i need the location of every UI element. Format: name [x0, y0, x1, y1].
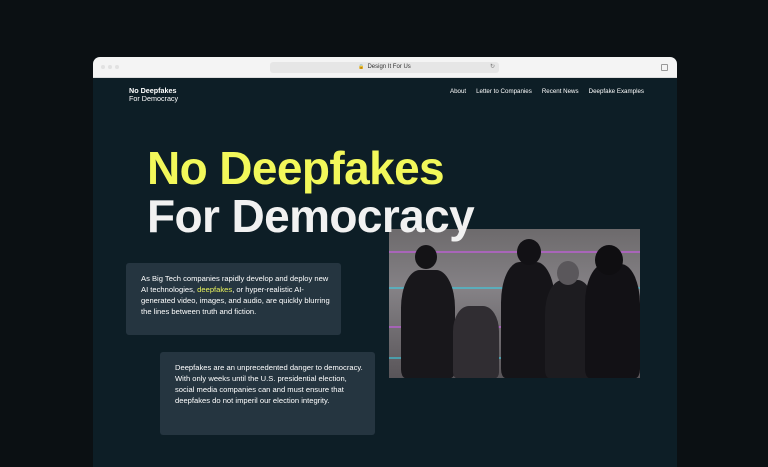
address-text: Design It For Us: [367, 64, 411, 70]
tabs-overview-icon[interactable]: [661, 64, 668, 71]
reload-icon[interactable]: ↻: [490, 62, 495, 73]
nav-link-about[interactable]: About: [450, 88, 466, 95]
browser-toolbar: 🔒 Design It For Us ↻: [93, 57, 677, 78]
deepfakes-highlight: deepfakes: [197, 285, 233, 294]
intro-card: As Big Tech companies rapidly develop an…: [126, 263, 341, 335]
danger-text: Deepfakes are an unprecedented danger to…: [175, 363, 363, 405]
nav-link-news[interactable]: Recent News: [542, 88, 579, 95]
hero-image: [389, 229, 640, 378]
logo-line-2: For Democracy: [129, 93, 179, 103]
lock-icon: 🔒: [358, 64, 365, 70]
main-nav: About Letter to Companies Recent News De…: [450, 88, 644, 95]
site-logo[interactable]: No Deepfakes For Democracy: [129, 87, 178, 102]
browser-window: 🔒 Design It For Us ↻ No Deepfakes For Dem…: [93, 57, 677, 467]
nav-link-letter[interactable]: Letter to Companies: [476, 88, 532, 95]
address-bar[interactable]: 🔒 Design It For Us ↻: [270, 62, 499, 73]
hero-title-line-1: No Deepfakes: [147, 142, 445, 194]
danger-card: Deepfakes are an unprecedented danger to…: [160, 352, 375, 435]
hero-title: No Deepfakes For Democracy: [147, 142, 475, 242]
hero-title-line-2: For Democracy: [147, 190, 475, 242]
zoom-window-button[interactable]: [115, 65, 119, 69]
close-window-button[interactable]: [101, 65, 105, 69]
minimize-window-button[interactable]: [108, 65, 112, 69]
nav-link-examples[interactable]: Deepfake Examples: [589, 88, 644, 95]
